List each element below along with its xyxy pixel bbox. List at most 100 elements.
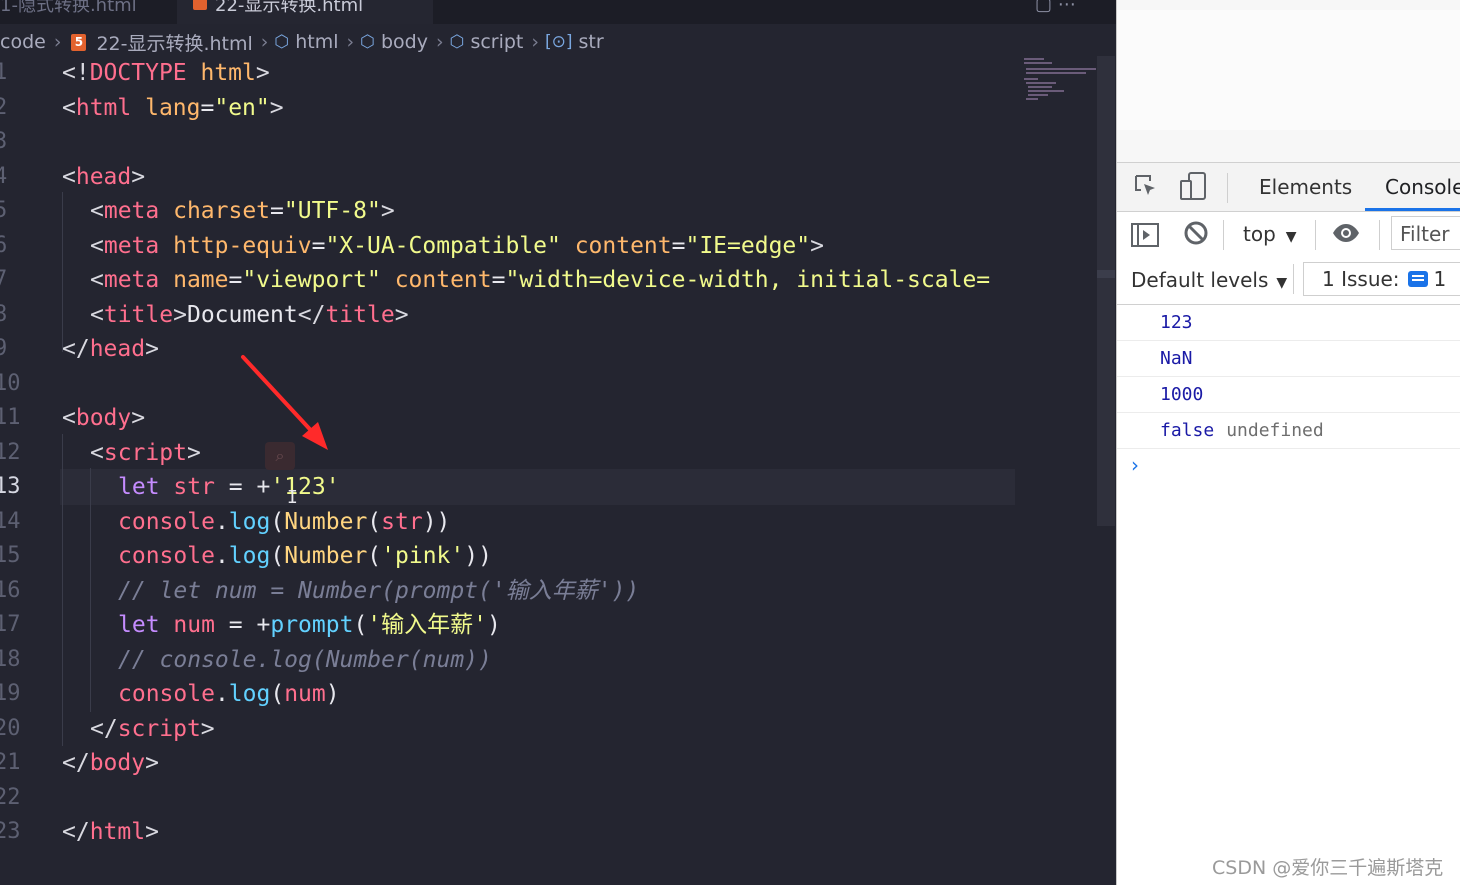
breadcrumb-item-str[interactable]: str bbox=[579, 31, 604, 53]
issues-count: 1 bbox=[1433, 267, 1447, 291]
editor-tab-previous[interactable]: 1-隐式转换.html bbox=[0, 0, 175, 24]
console-toolbar: top ▼ Filter Default levels ▼ 1 Issue: 1 bbox=[1117, 212, 1460, 305]
issues-button[interactable]: 1 Issue: 1 bbox=[1303, 262, 1460, 296]
token: Document bbox=[186, 301, 298, 328]
code-line-comment[interactable]: // let num = Number(prompt('输入年薪')) bbox=[118, 574, 639, 608]
code-line[interactable]: <meta http-equiv="X-UA-Compatible" conte… bbox=[90, 229, 824, 263]
code-line[interactable]: let num = +prompt('输入年薪') bbox=[118, 608, 501, 642]
tab-console[interactable]: Console bbox=[1385, 175, 1460, 199]
watermark: CSDN @爱你三千遍斯塔克 bbox=[1212, 857, 1444, 879]
token: + bbox=[256, 474, 271, 500]
live-expression-eye-icon[interactable] bbox=[1331, 218, 1361, 248]
token: head bbox=[75, 163, 132, 190]
inspect-element-icon[interactable] bbox=[1133, 173, 1159, 199]
show-sidebar-icon[interactable] bbox=[1131, 222, 1159, 248]
code-line[interactable]: <!DOCTYPE html> bbox=[62, 56, 270, 90]
code-line-active[interactable]: let str = +'123' bbox=[118, 470, 340, 504]
code-line[interactable]: console.log(Number('pink')) bbox=[118, 539, 492, 573]
console-output[interactable]: 123 NaN 1000 false undefined › bbox=[1117, 305, 1460, 477]
code-line[interactable]: </body> bbox=[62, 746, 159, 780]
token: > bbox=[145, 336, 159, 362]
tab-elements[interactable]: Elements bbox=[1259, 175, 1352, 199]
token: Number bbox=[284, 508, 368, 535]
token: > bbox=[394, 301, 409, 328]
token: console bbox=[118, 681, 215, 707]
token: . bbox=[214, 508, 229, 535]
console-message[interactable]: 1000 bbox=[1117, 377, 1460, 413]
minimap[interactable] bbox=[1022, 56, 1097, 116]
breadcrumb-item-file[interactable]: 22-显示转换.html bbox=[96, 29, 252, 56]
code-line[interactable]: <meta charset="UTF-8"> bbox=[90, 194, 395, 228]
token: ( bbox=[270, 508, 285, 535]
clear-console-icon[interactable] bbox=[1183, 220, 1209, 246]
scrollbar-thumb[interactable] bbox=[1097, 270, 1115, 278]
token: content bbox=[380, 267, 492, 293]
breadcrumb-item-script[interactable]: script bbox=[470, 31, 523, 53]
toolbar-divider bbox=[1223, 220, 1224, 250]
toolbar-divider bbox=[1315, 220, 1316, 250]
token: </ bbox=[297, 301, 326, 328]
code-line[interactable]: console.log(Number(str)) bbox=[118, 505, 450, 539]
console-message[interactable]: false undefined bbox=[1117, 413, 1460, 449]
chevron-right-icon: › bbox=[53, 31, 62, 53]
code-line[interactable]: <script> bbox=[90, 436, 201, 470]
token: > bbox=[255, 60, 270, 86]
token: < bbox=[90, 267, 104, 293]
token: str bbox=[159, 474, 215, 500]
chevron-right-icon: › bbox=[260, 31, 269, 53]
code-line[interactable]: <head> bbox=[62, 160, 145, 194]
filter-input[interactable]: Filter bbox=[1391, 216, 1460, 250]
line-number: 8 bbox=[0, 301, 8, 327]
token: title bbox=[325, 301, 395, 328]
token: </ bbox=[62, 819, 90, 845]
context-selector[interactable]: top ▼ bbox=[1243, 222, 1297, 246]
log-levels-dropdown[interactable]: Default levels ▼ bbox=[1131, 268, 1287, 292]
token: "en" bbox=[214, 94, 270, 121]
line-number: 11 bbox=[0, 405, 21, 430]
token: head bbox=[89, 336, 146, 362]
token: = bbox=[311, 232, 326, 259]
code-line[interactable]: <title>Document</title> bbox=[90, 298, 409, 332]
code-line[interactable]: </html> bbox=[62, 815, 159, 849]
device-toolbar-icon[interactable] bbox=[1179, 171, 1207, 201]
token: </ bbox=[62, 336, 90, 362]
split-editor-icon[interactable]: ▢ ⋯ bbox=[1035, 0, 1076, 15]
code-line[interactable]: console.log(num) bbox=[118, 677, 340, 711]
code-line[interactable]: <html lang="en"> bbox=[62, 91, 284, 125]
code-line[interactable]: </script> bbox=[90, 712, 215, 746]
console-prompt-chevron-icon[interactable]: › bbox=[1131, 453, 1139, 477]
token: log bbox=[228, 681, 271, 707]
breadcrumb-item-code[interactable]: code bbox=[0, 31, 46, 53]
code-editor[interactable]: 1-隐式转换.html 22-显示转换.html ▢ ⋯ code › 5 22… bbox=[0, 0, 1116, 885]
token: meta bbox=[103, 267, 160, 293]
chevron-right-icon: › bbox=[435, 31, 444, 53]
devtools-panel[interactable]: Elements Console top ▼ Filter Default lev… bbox=[1116, 0, 1460, 885]
console-value-undefined: undefined bbox=[1226, 420, 1324, 441]
token: < bbox=[90, 301, 104, 328]
token: ( bbox=[353, 612, 368, 638]
code-line[interactable]: <meta name="viewport" content="width=dev… bbox=[90, 263, 990, 297]
console-message[interactable]: NaN bbox=[1117, 341, 1460, 377]
breadcrumb-item-html[interactable]: html bbox=[295, 31, 338, 53]
chevron-right-icon: › bbox=[346, 31, 355, 53]
token: < bbox=[62, 163, 76, 190]
token: ( bbox=[367, 543, 382, 569]
editor-tab-bar: 1-隐式转换.html 22-显示转换.html ▢ ⋯ bbox=[0, 0, 1116, 24]
code-line[interactable]: <body> bbox=[62, 401, 145, 435]
token: = bbox=[214, 612, 257, 638]
console-message[interactable]: 123 bbox=[1117, 305, 1460, 341]
minimap-line bbox=[1026, 72, 1086, 74]
vertical-scrollbar[interactable] bbox=[1097, 56, 1115, 526]
breadcrumb-item-body[interactable]: body bbox=[381, 31, 428, 53]
element-cube-icon: ⬡ bbox=[274, 32, 290, 52]
line-number: 2 bbox=[0, 94, 8, 120]
editor-tab-active[interactable]: 22-显示转换.html bbox=[177, 0, 433, 24]
code-line[interactable]: </head> bbox=[62, 332, 159, 366]
token: log bbox=[228, 508, 271, 535]
code-line-comment[interactable]: // console.log(Number(num)) bbox=[118, 643, 492, 677]
token: > bbox=[380, 198, 395, 224]
token: num bbox=[284, 681, 326, 707]
line-number: 16 bbox=[0, 577, 21, 603]
minimap-line bbox=[1028, 86, 1052, 88]
line-number: 23 bbox=[0, 819, 21, 844]
